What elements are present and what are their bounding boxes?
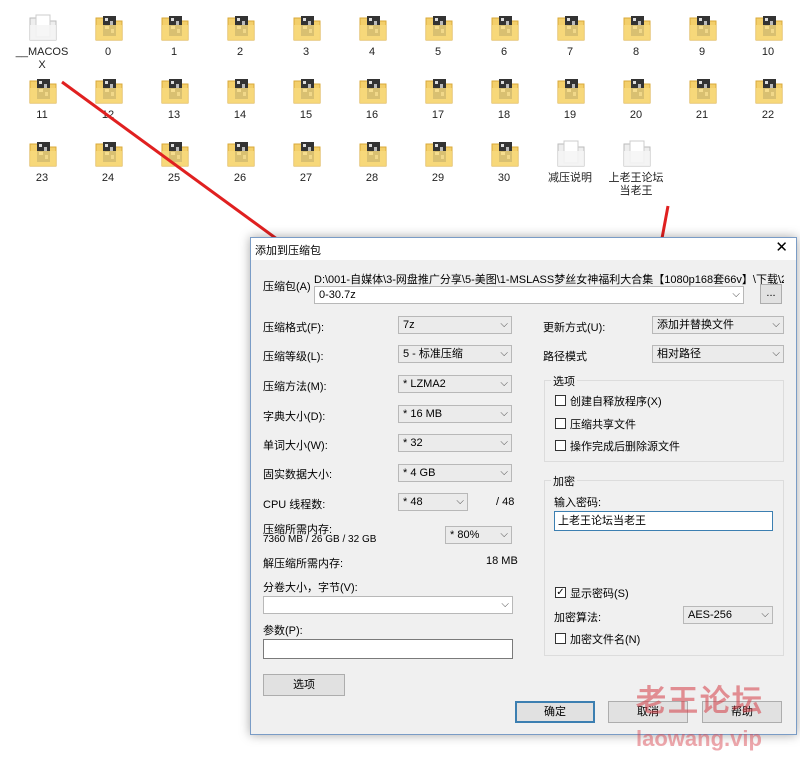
title-bar: 添加到压缩包 ✕	[251, 238, 796, 260]
chevron-down-icon: ⌵	[500, 408, 508, 419]
chevron-down-icon: ⌵	[772, 348, 780, 359]
dict-select[interactable]: * 16 MB ⌵	[398, 405, 512, 423]
watermark-text: 老王论坛	[636, 685, 764, 718]
enc-method-select[interactable]: AES-256 ⌵	[683, 606, 773, 624]
threads-value: * 48	[403, 496, 423, 508]
solid-value: * 4 GB	[403, 467, 436, 479]
chevron-down-icon: ⌵	[500, 319, 508, 330]
decomp-mem-label: 解压缩所需内存:	[263, 558, 344, 570]
shared-checkbox[interactable]	[555, 418, 566, 429]
params-label: 参数(P):	[263, 625, 303, 637]
format-select[interactable]: 7z ⌵	[398, 316, 512, 334]
dialog-title: 添加到压缩包	[255, 245, 321, 257]
chevron-down-icon: ⌵	[500, 378, 508, 389]
password-label: 输入密码:	[554, 497, 602, 509]
mem-detail: 7360 MB / 26 GB / 32 GB	[263, 534, 377, 545]
encrypt-names-checkbox[interactable]	[555, 633, 566, 644]
params-input[interactable]	[263, 639, 513, 659]
show-password-checkbox[interactable]: ✓	[555, 587, 566, 598]
archive-label: 压缩包(A)	[263, 281, 311, 293]
sfx-label: 创建自释放程序(X)	[570, 396, 662, 408]
encrypt-names-label: 加密文件名(N)	[570, 634, 641, 646]
shared-label: 压缩共享文件	[570, 419, 636, 431]
archive-path-combo[interactable]: 0-30.7z ⌵	[314, 286, 744, 304]
mem-percent-value: * 80%	[450, 529, 480, 541]
watermark-url: laowang.vip	[636, 726, 762, 751]
path-mode-select[interactable]: 相对路径 ⌵	[652, 345, 784, 363]
chevron-down-icon: ⌵	[456, 496, 464, 507]
update-select[interactable]: 添加并替换文件 ⌵	[652, 316, 784, 334]
chevron-down-icon: ⌵	[500, 529, 508, 540]
update-label: 更新方式(U):	[543, 322, 606, 334]
level-select[interactable]: 5 - 标准压缩 ⌵	[398, 345, 512, 363]
dict-value: * 16 MB	[403, 408, 443, 420]
method-label: 压缩方法(M):	[263, 381, 327, 393]
archive-path-line2: 0-30.7z	[319, 289, 356, 301]
format-label: 压缩格式(F):	[263, 322, 325, 334]
volume-select[interactable]: ⌵	[263, 596, 513, 614]
solid-label: 固实数据大小:	[263, 469, 333, 481]
options-group-title: 选项	[551, 373, 577, 389]
browse-button[interactable]: ...	[760, 284, 782, 304]
encryption-group-title: 加密	[551, 473, 577, 489]
threads-total: / 48	[496, 496, 515, 508]
chevron-down-icon: ⌵	[501, 599, 509, 610]
decomp-mem-value: 18 MB	[486, 555, 518, 567]
archive-path-line1: D:\001-自媒体\3-网盘推广分享\5-美图\1-MSLASS梦丝女神福利大…	[314, 274, 784, 286]
level-value: 5 - 标准压缩	[403, 348, 463, 360]
ok-button[interactable]: 确定	[515, 701, 595, 723]
format-value: 7z	[403, 319, 415, 331]
options-button[interactable]: 选项	[263, 674, 345, 696]
chevron-down-icon: ⌵	[500, 437, 508, 448]
method-select[interactable]: * LZMA2 ⌵	[398, 375, 512, 393]
word-select[interactable]: * 32 ⌵	[398, 434, 512, 452]
level-label: 压缩等级(L):	[263, 351, 324, 363]
chevron-down-icon: ⌵	[732, 289, 740, 300]
enc-method-label: 加密算法:	[554, 612, 602, 624]
chevron-down-icon: ⌵	[761, 609, 769, 620]
threads-label: CPU 线程数:	[263, 499, 326, 511]
solid-select[interactable]: * 4 GB ⌵	[398, 464, 512, 482]
chevron-down-icon: ⌵	[500, 467, 508, 478]
chevron-down-icon: ⌵	[500, 348, 508, 359]
close-icon[interactable]: ✕	[775, 240, 788, 256]
mem-percent-select[interactable]: * 80% ⌵	[445, 526, 512, 544]
threads-select[interactable]: * 48 ⌵	[398, 493, 468, 511]
sfx-checkbox[interactable]	[555, 395, 566, 406]
word-value: * 32	[403, 437, 423, 449]
volume-label: 分卷大小，字节(V):	[263, 582, 358, 594]
path-mode-label: 路径模式	[543, 351, 587, 363]
word-label: 单词大小(W):	[263, 440, 328, 452]
chevron-down-icon: ⌵	[772, 319, 780, 330]
delete-checkbox[interactable]	[555, 440, 566, 451]
show-password-label: 显示密码(S)	[570, 588, 629, 600]
method-value: * LZMA2	[403, 378, 446, 390]
delete-label: 操作完成后删除源文件	[570, 441, 680, 453]
add-to-archive-dialog: 添加到压缩包 ✕ 压缩包(A) D:\001-自媒体\3-网盘推广分享\5-美图…	[250, 237, 797, 735]
dict-label: 字典大小(D):	[263, 411, 326, 423]
password-input[interactable]: 上老王论坛当老王	[554, 511, 773, 531]
path-mode-value: 相对路径	[657, 348, 701, 360]
enc-method-value: AES-256	[688, 609, 733, 621]
update-value: 添加并替换文件	[657, 319, 734, 331]
